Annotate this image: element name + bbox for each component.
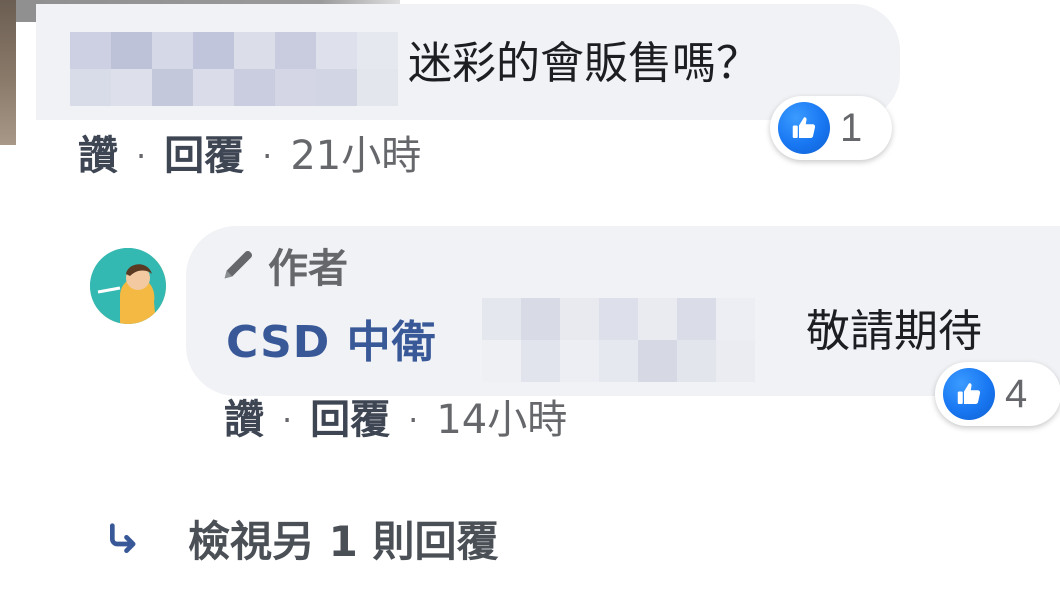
reply-author-name[interactable]: CSD 中衛 — [226, 306, 437, 370]
separator-dot: · — [136, 137, 147, 175]
commenter-avatar[interactable] — [0, 0, 16, 145]
reply-link[interactable]: 回覆 — [310, 400, 390, 440]
like-link[interactable]: 讚 — [78, 136, 118, 176]
author-badge-label: 作者 — [268, 246, 348, 292]
reply-reaction-summary[interactable]: 4 — [935, 362, 1060, 426]
view-more-label: 檢視另 1 則回覆 — [188, 517, 499, 566]
comment-text: 迷彩的會販售嗎？ — [408, 38, 760, 89]
reaction-summary[interactable]: 1 — [770, 96, 892, 160]
timestamp[interactable]: 21小時 — [290, 136, 421, 176]
blurred-tagged-name — [482, 298, 794, 382]
like-thumb-icon — [943, 368, 995, 420]
view-more-replies-link[interactable]: 檢視另 1 則回覆 — [104, 508, 498, 569]
separator-dot: · — [408, 401, 419, 439]
pencil-icon — [218, 245, 258, 285]
reply-arrow-icon — [104, 519, 144, 559]
like-count: 1 — [840, 105, 863, 150]
like-count: 4 — [1005, 371, 1028, 416]
author-avatar[interactable] — [90, 248, 166, 324]
like-thumb-icon — [778, 102, 830, 154]
blurred-commenter-name — [70, 32, 398, 106]
reply-link[interactable]: 回覆 — [164, 136, 244, 176]
comment-actions: 讚 · 回覆 · 21小時 — [78, 136, 421, 176]
separator-dot: · — [262, 137, 273, 175]
separator-dot: · — [282, 401, 293, 439]
reply-text: 敬請期待 — [806, 306, 982, 357]
timestamp[interactable]: 14小時 — [436, 400, 567, 440]
like-link[interactable]: 讚 — [224, 400, 264, 440]
author-badge: 作者 — [218, 236, 348, 294]
reply-actions: 讚 · 回覆 · 14小時 — [224, 400, 567, 440]
